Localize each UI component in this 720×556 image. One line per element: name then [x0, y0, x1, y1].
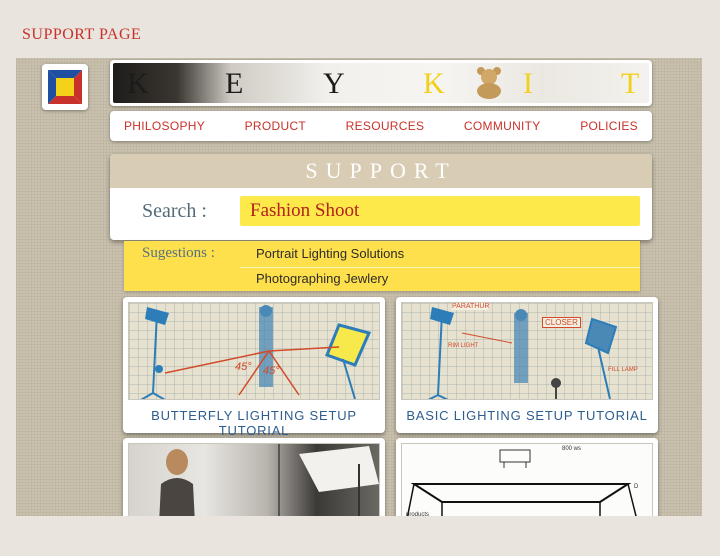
logo-square-icon: [48, 70, 82, 104]
support-heading: SUPPORT: [110, 154, 652, 188]
annotation-label: PARATHUR: [452, 303, 490, 310]
search-label: Search :: [142, 200, 207, 222]
annotation-label: RIM LIGHT: [448, 343, 479, 349]
annotation-label: FILL LAMP: [608, 367, 638, 373]
support-panel: SUPPORT Search :: [110, 154, 652, 240]
keykit-banner: K E Y K I T: [110, 60, 652, 106]
basic-lighting-diagram: PARATHUR CLOSER RIM LIGHT FILL LAMP: [401, 302, 653, 400]
tutorial-card-photo[interactable]: [123, 438, 385, 516]
nav-product[interactable]: PRODUCT: [245, 119, 306, 133]
diagram-label: 800 ws: [562, 446, 582, 452]
banner-letter-y: Y: [323, 67, 345, 100]
diagram-label: D: [634, 484, 639, 490]
butterfly-diagram: 45° 45°: [128, 302, 380, 400]
linen-board: K E Y K I T PHILOSOPHY PRODUCT RESOURCES…: [16, 58, 702, 516]
main-nav: PHILOSOPHY PRODUCT RESOURCES COMMUNITY P…: [110, 111, 652, 141]
banner-letter-i: I: [523, 67, 533, 100]
teddy-bear-icon: [477, 67, 501, 99]
suggestions-panel: Sugestions : Portrait Lighting Solutions…: [124, 241, 640, 291]
nav-resources[interactable]: RESOURCES: [346, 119, 425, 133]
search-input[interactable]: [240, 196, 640, 226]
nav-community[interactable]: COMMUNITY: [464, 119, 541, 133]
suggestions-label: Sugestions :: [142, 245, 215, 261]
diagram-label: products: [406, 512, 430, 516]
angle-label: 45°: [263, 365, 280, 377]
tutorial-card-butterfly[interactable]: 45° 45° BUTTERFLY LIGHTING SETUP TUTORIA…: [123, 297, 385, 438]
product-lighting-diagram: 800 ws D products: [401, 443, 653, 516]
tutorial-card-basic[interactable]: PARATHUR CLOSER RIM LIGHT FILL LAMP BASI…: [396, 297, 658, 433]
banner-letter-k1: K: [127, 67, 149, 100]
tutorial-card-diagram[interactable]: 800 ws D products: [396, 438, 658, 516]
banner-letter-t: T: [621, 67, 640, 100]
suggestion-item[interactable]: Portrait Lighting Solutions: [240, 243, 640, 265]
studio-photo: [128, 443, 380, 516]
suggestion-item[interactable]: Photographing Jewlery: [240, 267, 640, 289]
angle-label: 45°: [235, 361, 252, 373]
annotation-label: CLOSER: [542, 317, 581, 328]
card-title: BUTTERFLY LIGHTING SETUP TUTORIAL: [151, 408, 357, 438]
card-title: BASIC LIGHTING SETUP TUTORIAL: [406, 408, 648, 423]
nav-philosophy[interactable]: PHILOSOPHY: [124, 119, 205, 133]
banner-letter-e: E: [225, 67, 244, 100]
keykit-logo[interactable]: [42, 64, 88, 110]
nav-policies[interactable]: POLICIES: [580, 119, 638, 133]
page-label: SUPPORT PAGE: [22, 26, 142, 43]
banner-letter-k2: K: [423, 67, 445, 100]
